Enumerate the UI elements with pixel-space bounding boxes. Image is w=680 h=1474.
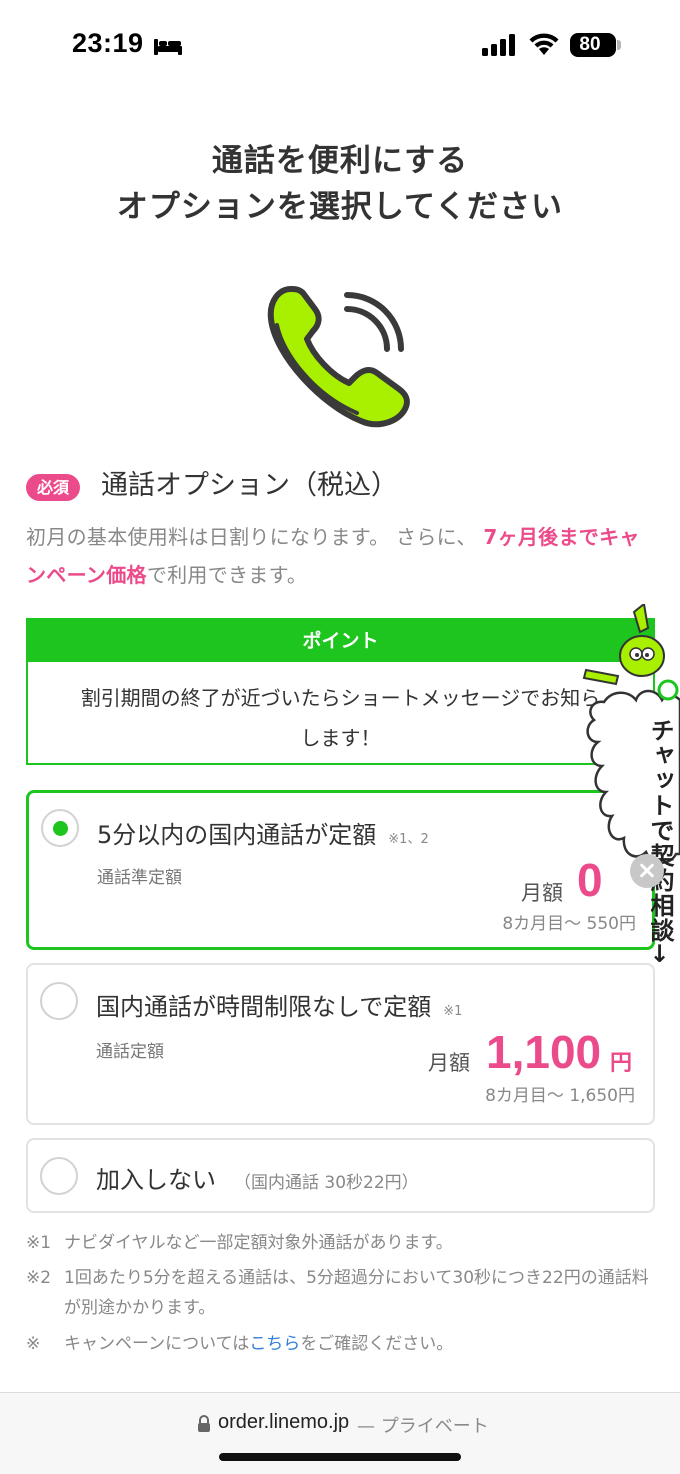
page-title-line1: 通話を便利にする (211, 143, 469, 179)
intro-highlight1: 7ヶ月後まで (483, 525, 600, 549)
bed-icon (154, 39, 182, 55)
price-label: 月額 (428, 1051, 470, 1075)
intro-plain2: で利用できます。 (146, 563, 308, 587)
url-text[interactable]: order.linemo.jp (218, 1411, 349, 1434)
point-line2: します！ (300, 726, 381, 750)
chat-label[interactable]: チャットで契約相談→ (612, 718, 674, 964)
phone-icon (267, 286, 410, 428)
signal-icon (482, 34, 515, 56)
page-title: 通話を便利にする オプションを選択してください (40, 138, 640, 230)
url-bar[interactable]: order.linemo.jp — プライベート (0, 1392, 680, 1474)
option-title-text: 5分以内の国内通話が定額 (97, 821, 377, 849)
status-time: 23:19 (72, 28, 144, 58)
option-title: 加入しない （国内通話 30秒22円） (96, 1160, 419, 1195)
option-title-text: 加入しない (96, 1166, 216, 1194)
footnote-3: ※ キャンペーンについてはこちらをご確認ください。 (26, 1329, 666, 1359)
option-title: 5分以内の国内通話が定額 ※1、2 (97, 815, 429, 850)
home-indicator[interactable] (219, 1453, 461, 1461)
lock-icon (198, 1415, 210, 1432)
footnote-mark: ※2 (26, 1268, 52, 1288)
point-header: ポイント (28, 620, 653, 662)
option-title: 国内通話が時間制限なしで定額 ※1 (96, 987, 462, 1022)
radio-button[interactable] (40, 1157, 78, 1195)
option-note: ※1、2 (388, 832, 429, 847)
footnote-1: ※1 ナビダイヤルなど一部定額対象外通話があります。 (26, 1228, 666, 1258)
section-title: 通話オプション（税込） (101, 470, 398, 501)
price-label: 月額 (521, 881, 563, 905)
status-bar: 23:19 80 (0, 0, 680, 90)
price-value: 1,100 (486, 1026, 602, 1078)
footnote-text: キャンペーンについてはこちらをご確認ください。 (64, 1329, 666, 1359)
chat-close-icon[interactable] (630, 854, 664, 888)
footnote-2: ※2 1回あたり5分を超える通話は、5分超過分において30秒につき22円の通話料… (26, 1263, 656, 1323)
option-title-text: 国内通話が時間制限なしで定額 (96, 993, 432, 1021)
url-private-label: — プライベート (357, 1416, 489, 1437)
option-subtitle: 通話定額 (96, 1042, 164, 1062)
footnote-text-after: をご確認ください。 (300, 1334, 454, 1354)
footnote-mark: ※ (26, 1334, 41, 1354)
option-card-no-option[interactable]: 加入しない （国内通話 30秒22円） (26, 1138, 655, 1213)
wifi-icon (529, 33, 559, 55)
battery-level: 80 (579, 34, 601, 55)
footnote-text: ナビダイヤルなど一部定額対象外通話があります。 (64, 1233, 453, 1253)
option-subtitle: 通話準定額 (97, 868, 182, 888)
footnote-mark: ※1 (26, 1233, 52, 1253)
option-card-flat-unlimited[interactable]: 国内通話が時間制限なしで定額 ※1 通話定額 月額 1,100 円 8カ月目〜 1… (26, 963, 655, 1125)
price-after-campaign: 8カ月目〜 1,650円 (485, 1086, 635, 1106)
point-body: 割引期間の終了が近づいたらショートメッセージでお知ら します！ (28, 662, 653, 758)
battery-cap (617, 40, 621, 50)
page-title-line2: オプションを選択してください (116, 189, 564, 225)
footnote-text-before: キャンペーンについては (64, 1334, 250, 1354)
option-note: ※1 (443, 1004, 463, 1019)
intro-text: 初月の基本使用料は日割りになります。 さらに、 7ヶ月後までキャンペーン価格で利… (26, 518, 656, 594)
required-badge: 必須 (26, 474, 80, 501)
battery-icon: 80 (570, 33, 616, 57)
intro-plain1: 初月の基本使用料は日割りになります。 さらに、 (26, 525, 477, 549)
point-box: ポイント 割引期間の終了が近づいたらショートメッセージでお知ら します！ (26, 618, 655, 765)
price-unit: 円 (610, 1051, 633, 1076)
footnote-text: 1回あたり5分を超える通話は、5分超過分において30秒につき22円の通話料が別途… (64, 1268, 649, 1318)
option-extra: （国内通話 30秒22円） (234, 1173, 419, 1193)
radio-button-selected[interactable] (41, 809, 79, 847)
radio-button[interactable] (40, 982, 78, 1020)
point-line1: 割引期間の終了が近づいたらショートメッセージでお知ら (80, 686, 601, 710)
campaign-link[interactable]: こちら (249, 1334, 300, 1354)
option-card-flat-5min[interactable]: 5分以内の国内通話が定額 ※1、2 通話準定額 月額 0 8カ月目〜 550円 (26, 790, 655, 950)
